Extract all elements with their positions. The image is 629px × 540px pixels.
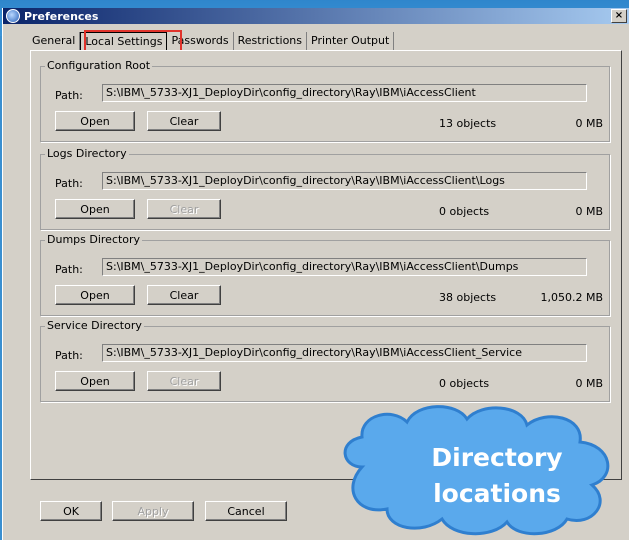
path-label: Path: [55,89,83,102]
object-count: 0 objects [439,377,490,390]
object-count: 0 objects [439,205,490,218]
object-count: 38 objects [439,291,497,304]
path-label: Path: [55,349,83,362]
group-title: Service Directory [45,319,144,332]
window-title: Preferences [24,9,99,23]
size-value: 0 MB [575,117,603,130]
group-title: Logs Directory [45,147,129,160]
ok-button[interactable]: OK [40,501,102,521]
clear-button[interactable]: Clear [147,285,221,305]
clear-button[interactable]: Clear [147,111,221,131]
clear-button: Clear [147,199,221,219]
size-value: 0 MB [575,377,603,390]
object-count: 13 objects [439,117,497,130]
callout-line-2: locations [433,479,561,508]
group-title: Configuration Root [45,59,153,72]
callout-text: Directory locations [407,440,587,512]
open-button[interactable]: Open [55,285,135,305]
logs-directory-group: Logs Directory Path: S:\IBM\_5733-XJ1_De… [40,147,610,230]
path-field[interactable]: S:\IBM\_5733-XJ1_DeployDir\config_direct… [102,258,587,276]
open-button[interactable]: Open [55,199,135,219]
configuration-root-group: Configuration Root Path: S:\IBM\_5733-XJ… [40,59,610,142]
tab-restrictions[interactable]: Restrictions [233,32,307,50]
title-bar: Preferences × [3,8,629,24]
close-button[interactable]: × [611,9,627,23]
service-directory-group: Service Directory Path: S:\IBM\_5733-XJ1… [40,319,610,402]
open-button[interactable]: Open [55,371,135,391]
clear-button: Clear [147,371,221,391]
cancel-button[interactable]: Cancel [205,501,287,521]
dumps-directory-group: Dumps Directory Path: S:\IBM\_5733-XJ1_D… [40,233,610,316]
path-field[interactable]: S:\IBM\_5733-XJ1_DeployDir\config_direct… [102,172,587,190]
group-title: Dumps Directory [45,233,143,246]
open-button[interactable]: Open [55,111,135,131]
path-field[interactable]: S:\IBM\_5733-XJ1_DeployDir\config_direct… [102,344,587,362]
path-field[interactable]: S:\IBM\_5733-XJ1_DeployDir\config_direct… [102,84,587,102]
path-label: Path: [55,177,83,190]
apply-button: Apply [112,501,194,521]
tab-printer-output[interactable]: Printer Output [307,32,395,50]
app-icon [6,9,20,23]
tab-general[interactable]: General [28,32,81,50]
callout-line-1: Directory [431,443,563,472]
path-label: Path: [55,263,83,276]
size-value: 0 MB [575,205,603,218]
tab-strip: General Local Settings Passwords Restric… [28,32,395,50]
size-value: 1,050.2 MB [540,291,603,304]
